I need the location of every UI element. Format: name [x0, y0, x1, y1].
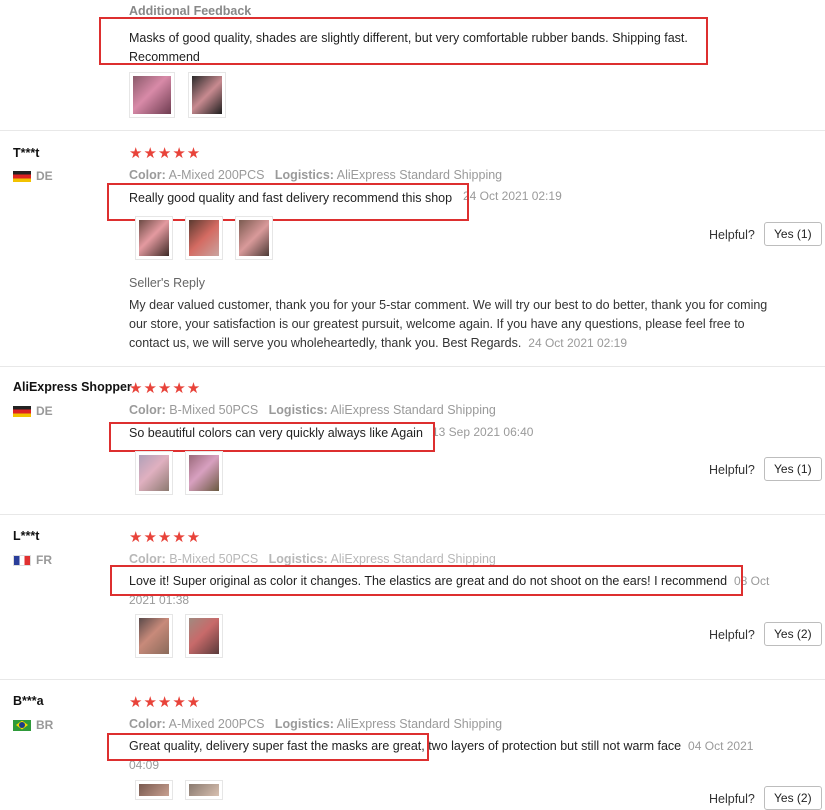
france-flag-icon — [13, 554, 31, 566]
review-photo[interactable] — [135, 780, 173, 800]
germany-flag-icon — [13, 170, 31, 182]
germany-flag-icon — [13, 405, 31, 417]
highlight-box — [107, 733, 429, 761]
rating-stars: ★★★★★ — [129, 145, 202, 162]
helpful-yes-button[interactable]: Yes (2) — [764, 786, 822, 810]
country-code: DE — [36, 169, 53, 183]
review-photo[interactable] — [135, 216, 173, 260]
reviewer-country: FR — [13, 553, 52, 567]
reviewer-name: T***t — [13, 146, 40, 160]
review-photo[interactable] — [185, 451, 223, 495]
reviewer-name: AliExpress Shopper — [13, 380, 132, 394]
additional-feedback-heading: Additional Feedback — [129, 4, 252, 18]
review-photo[interactable] — [185, 780, 223, 800]
reviewer-country: DE — [13, 169, 53, 183]
review-photo[interactable] — [185, 216, 223, 260]
seller-reply-title: Seller's Reply — [129, 276, 206, 290]
review-date: 24 Oct 2021 02:19 — [463, 189, 562, 203]
review-photo[interactable] — [235, 216, 273, 260]
helpful-label: Helpful? — [709, 228, 755, 242]
helpful-yes-button[interactable]: Yes (1) — [764, 222, 822, 246]
helpful-label: Helpful? — [709, 628, 755, 642]
review-meta: Color: A-Mixed 200PCS Logistics: AliExpr… — [129, 168, 503, 182]
review-date: 13 Sep 2021 06:40 — [432, 425, 534, 439]
reviewer-name: B***a — [13, 694, 44, 708]
reviewer-country: BR — [13, 718, 53, 732]
review-meta: Color: A-Mixed 200PCS Logistics: AliExpr… — [129, 717, 503, 731]
review-photo[interactable] — [185, 614, 223, 658]
country-code: FR — [36, 553, 52, 567]
reviewer-country: DE — [13, 404, 53, 418]
review-meta: Color: B-Mixed 50PCS Logistics: AliExpre… — [129, 403, 496, 417]
review-separator — [0, 679, 825, 680]
rating-stars: ★★★★★ — [129, 380, 202, 397]
review-photo[interactable] — [188, 72, 226, 118]
helpful-yes-button[interactable]: Yes (1) — [764, 457, 822, 481]
review-meta: Color: B-Mixed 50PCS Logistics: AliExpre… — [129, 552, 496, 566]
helpful-label: Helpful? — [709, 463, 755, 477]
country-code: DE — [36, 404, 53, 418]
helpful-yes-button[interactable]: Yes (2) — [764, 622, 822, 646]
reviewer-name: L***t — [13, 529, 40, 543]
review-photo[interactable] — [129, 72, 175, 118]
brazil-flag-icon — [13, 719, 31, 731]
review-photo[interactable] — [135, 451, 173, 495]
review-separator — [0, 130, 825, 131]
highlight-box — [110, 565, 743, 596]
seller-reply-text: My dear valued customer, thank you for y… — [129, 298, 768, 350]
rating-stars: ★★★★★ — [129, 694, 202, 711]
highlight-box — [109, 422, 435, 452]
review-separator — [0, 366, 825, 367]
highlight-box — [99, 17, 708, 65]
seller-reply-date: 24 Oct 2021 02:19 — [528, 336, 628, 350]
helpful-label: Helpful? — [709, 792, 755, 806]
review-separator — [0, 514, 825, 515]
review-photo[interactable] — [135, 614, 173, 658]
rating-stars: ★★★★★ — [129, 529, 202, 546]
country-code: BR — [36, 718, 54, 732]
